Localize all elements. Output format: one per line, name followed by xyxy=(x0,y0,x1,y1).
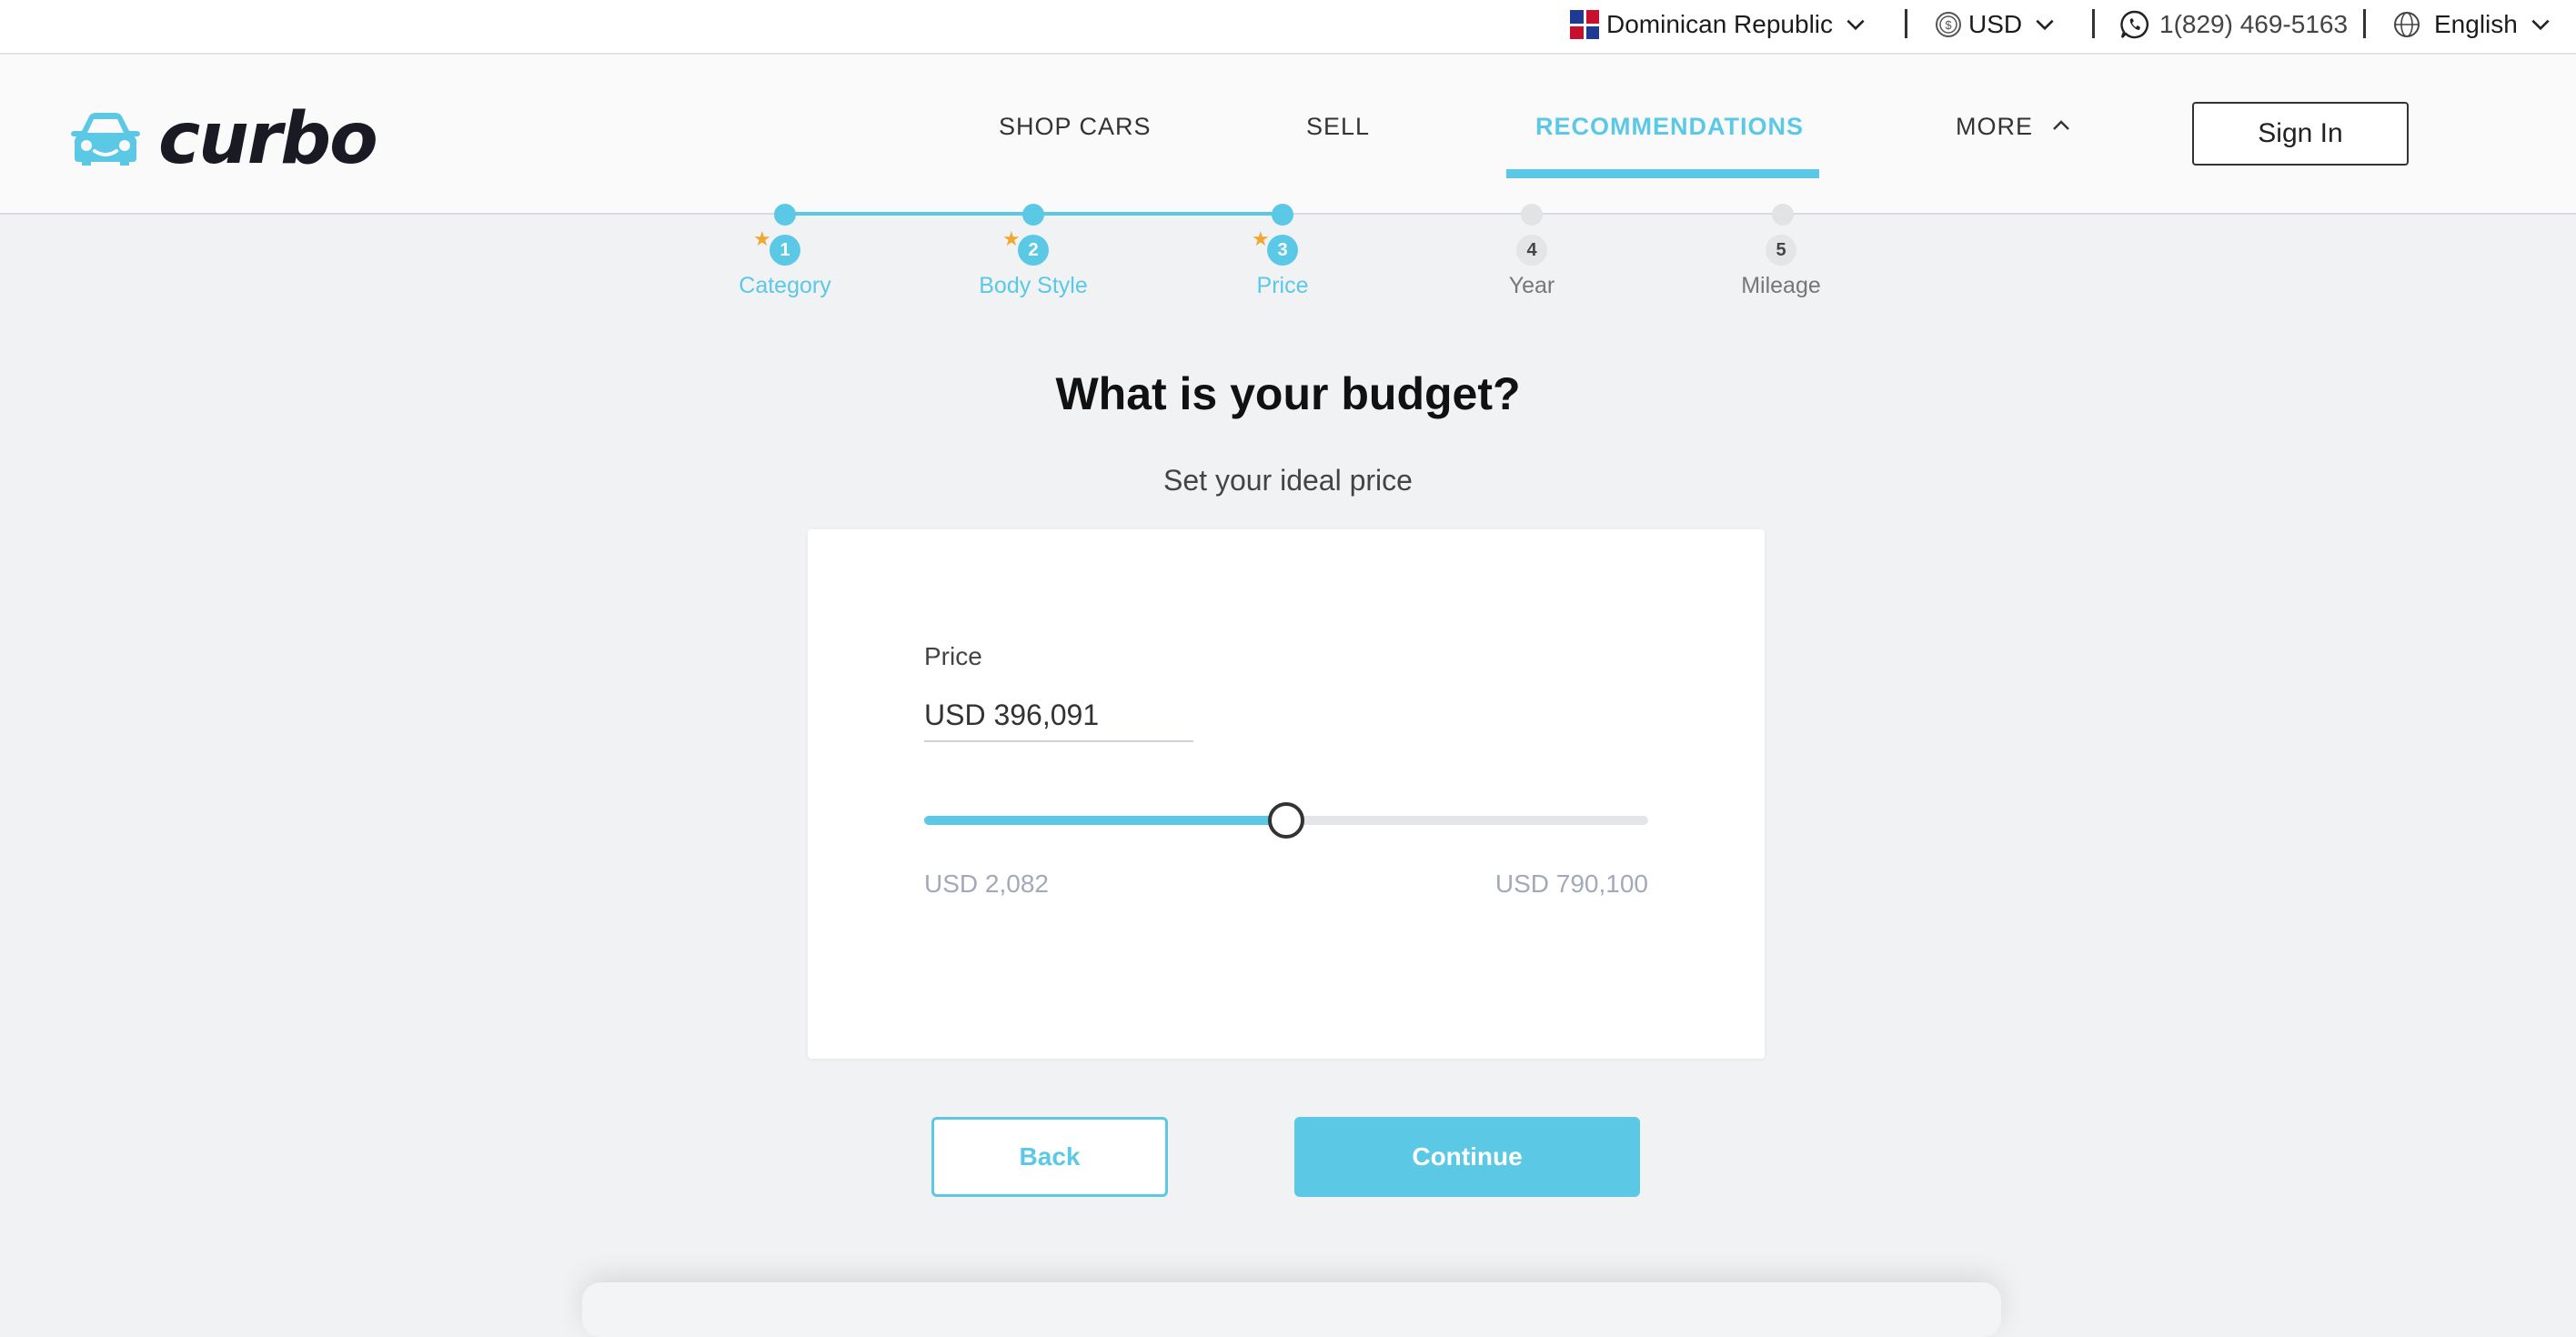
price-label: Price xyxy=(924,642,982,670)
currency-label: USD xyxy=(1968,10,2023,38)
divider xyxy=(2092,9,2095,38)
step-label-mileage: Mileage xyxy=(1741,273,1821,298)
nav-recommendations[interactable]: RECOMMENDATIONS xyxy=(1535,113,1804,141)
step-dot xyxy=(774,204,796,226)
nav-shop-cars[interactable]: SHOP CARS xyxy=(999,113,1152,141)
sign-in-button[interactable]: Sign In xyxy=(2192,102,2409,166)
country-label: Dominican Republic xyxy=(1606,10,1834,38)
nav-sell[interactable]: SELL xyxy=(1306,113,1370,141)
step-number-4: 4 xyxy=(1516,235,1547,266)
step-number-1[interactable]: 1 xyxy=(770,235,800,266)
step-number-2[interactable]: 2 xyxy=(1018,235,1049,266)
country-selector[interactable]: Dominican Republic xyxy=(1570,0,1867,49)
price-range-min: USD 2,082 xyxy=(924,870,1049,898)
car-logo-icon xyxy=(71,113,140,166)
chevron-down-icon xyxy=(2036,19,2054,31)
whatsapp-icon xyxy=(2120,10,2148,39)
back-button[interactable]: Back xyxy=(931,1117,1168,1197)
page-title: What is your budget? xyxy=(1055,368,1521,419)
language-selector[interactable]: English xyxy=(2392,0,2552,49)
language-label: English xyxy=(2434,10,2518,38)
price-input[interactable] xyxy=(924,689,1193,742)
price-card: Price USD 2,082 USD 790,100 xyxy=(808,529,1765,1059)
price-slider-track[interactable] xyxy=(924,802,1648,839)
step-label-body-style[interactable]: Body Style xyxy=(942,273,1124,299)
curbo-logo[interactable]: curbo xyxy=(69,98,378,180)
coin-icon: $ xyxy=(1936,12,1961,37)
nav-more-label: MORE xyxy=(1956,113,2033,140)
chevron-down-icon xyxy=(2531,19,2550,31)
step-dot xyxy=(1022,204,1044,226)
divider xyxy=(2363,9,2366,38)
currency-selector[interactable]: $ USD xyxy=(1934,0,2057,49)
globe-icon xyxy=(2394,12,2420,37)
bottom-panel-edge xyxy=(582,1282,2001,1337)
whatsapp-contact[interactable]: 1(829) 469-5163 xyxy=(2119,0,2348,49)
price-slider-thumb[interactable] xyxy=(1268,802,1304,839)
step-dot xyxy=(1521,204,1543,226)
step-number-5: 5 xyxy=(1766,235,1796,266)
price-range-max: USD 790,100 xyxy=(1494,870,1648,898)
chevron-down-icon xyxy=(1846,19,1865,31)
nav-more[interactable]: MORE xyxy=(1956,113,2072,141)
logo-wordmark: curbo xyxy=(158,98,378,180)
chevron-up-icon xyxy=(2052,120,2069,130)
svg-text:$: $ xyxy=(1945,18,1952,32)
main-header: curbo SHOP CARS SELL RECOMMENDATIONS MOR… xyxy=(0,55,2576,215)
page-subtitle: Set your ideal price xyxy=(1163,464,1413,497)
phone-number: 1(829) 469-5163 xyxy=(2159,10,2349,38)
step-label-price[interactable]: Price xyxy=(1192,273,1374,299)
active-nav-indicator xyxy=(1506,169,1819,178)
star-icon: ★ xyxy=(753,227,771,250)
step-label-year: Year xyxy=(1508,273,1555,298)
step-dot xyxy=(1272,204,1293,226)
step-dot xyxy=(1772,204,1794,226)
continue-button[interactable]: Continue xyxy=(1294,1117,1640,1197)
step-number-3[interactable]: 3 xyxy=(1267,235,1298,266)
divider xyxy=(1905,9,1907,38)
dominican-flag-icon xyxy=(1570,10,1599,39)
price-slider-fill xyxy=(924,816,1286,825)
top-utility-bar: Dominican Republic $ USD 1(829) 469-5163… xyxy=(0,0,2576,55)
step-label-category[interactable]: Category xyxy=(694,273,876,299)
